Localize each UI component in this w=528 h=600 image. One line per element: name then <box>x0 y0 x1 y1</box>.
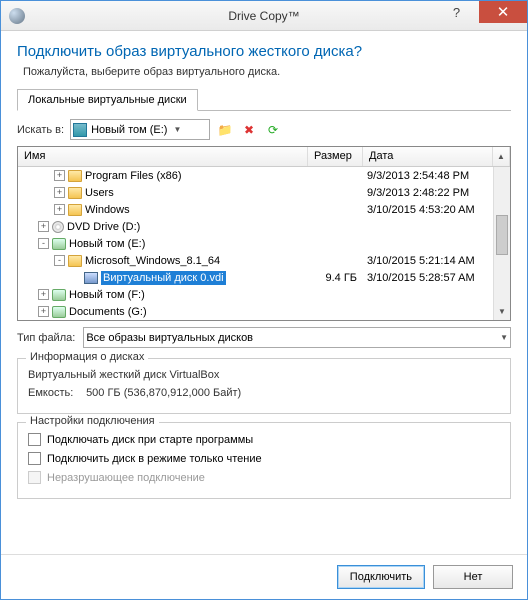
opt-readonly[interactable]: Подключить диск в режиме только чтение <box>28 452 500 465</box>
help-button[interactable]: ? <box>434 1 479 23</box>
drive-icon <box>73 123 87 137</box>
chevron-down-icon: ▼ <box>173 125 181 134</box>
col-size[interactable]: Размер <box>308 147 363 166</box>
item-name: Users <box>85 187 114 199</box>
item-name: Новый том (F:) <box>69 289 145 301</box>
item-name: Новый том (E:) <box>69 238 145 250</box>
dialog-footer: Подключить Нет <box>1 554 527 599</box>
tree-row[interactable]: + Users 9/3/2013 2:48:22 PM <box>18 184 493 201</box>
disk-desc: Виртуальный жесткий диск VirtualBox <box>28 369 500 381</box>
item-name: Program Files (x86) <box>85 170 182 182</box>
expand-toggle <box>70 272 81 283</box>
col-name[interactable]: Имя <box>18 147 308 166</box>
col-date[interactable]: Дата <box>363 147 493 166</box>
folder-icon <box>68 255 82 267</box>
item-date: 9/3/2013 2:48:22 PM <box>363 187 493 199</box>
folder-icon <box>68 170 82 182</box>
search-in-label: Искать в: <box>17 124 64 136</box>
expand-toggle[interactable]: + <box>38 221 49 232</box>
item-name: Documents (G:) <box>69 306 147 318</box>
connect-button[interactable]: Подключить <box>337 565 425 589</box>
scroll-up-icon[interactable]: ▲ <box>493 147 510 166</box>
tab-local-disks[interactable]: Локальные виртуальные диски <box>17 89 198 111</box>
tree-row[interactable]: + Новый том (F:) <box>18 286 493 303</box>
expand-toggle[interactable]: + <box>38 289 49 300</box>
drive-icon <box>52 238 66 250</box>
filetype-label: Тип файла: <box>17 332 75 344</box>
filetype-value: Все образы виртуальных дисков <box>86 332 253 344</box>
item-date: 3/10/2015 4:53:20 AM <box>363 204 493 216</box>
checkbox-icon <box>28 433 41 446</box>
capacity-value: 500 ГБ (536,870,912,000 Байт) <box>86 387 241 399</box>
file-tree: Имя Размер Дата ▲ + Program Files (x86) 9/… <box>17 146 511 321</box>
expand-toggle[interactable]: + <box>54 187 65 198</box>
opt-nondestructive: Неразрушающее подключение <box>28 471 500 484</box>
close-button[interactable]: ✕ <box>479 1 527 23</box>
dialog-heading: Подключить образ виртуального жесткого д… <box>17 43 511 60</box>
tree-row[interactable]: Виртуальный диск 0.vdi 9.4 ГБ3/10/2015 5:… <box>18 269 493 286</box>
expand-toggle[interactable]: + <box>54 204 65 215</box>
tab-strip: Локальные виртуальные диски <box>17 88 511 111</box>
expand-toggle[interactable]: + <box>54 170 65 181</box>
item-date: 3/10/2015 5:21:14 AM <box>363 255 493 267</box>
folder-icon <box>68 204 82 216</box>
tree-row[interactable]: + Documents (G:) <box>18 303 493 320</box>
item-name: Windows <box>85 204 130 216</box>
item-name: Виртуальный диск 0.vdi <box>101 271 226 285</box>
mount-options-legend: Настройки подключения <box>26 415 159 427</box>
titlebar: Drive Copy™ ? ✕ <box>1 1 527 31</box>
item-date: 3/10/2015 5:28:57 AM <box>363 272 493 284</box>
refresh-icon[interactable]: ⟳ <box>264 121 282 139</box>
item-name: Microsoft_Windows_8.1_64 <box>85 255 220 267</box>
drive-icon <box>52 289 66 301</box>
checkbox-icon <box>28 471 41 484</box>
disk-info-group: Информация о дисках Виртуальный жесткий … <box>17 358 511 414</box>
checkbox-icon <box>28 452 41 465</box>
folder-new-icon[interactable]: 📁 <box>216 121 234 139</box>
search-in-combo[interactable]: Новый том (E:) ▼ <box>70 119 210 140</box>
cancel-button[interactable]: Нет <box>433 565 513 589</box>
tree-row[interactable]: + Program Files (x86) 9/3/2013 2:54:48 PM <box>18 167 493 184</box>
filetype-combo[interactable]: Все образы виртуальных дисков ▼ <box>83 327 511 348</box>
disk-info-legend: Информация о дисках <box>26 351 148 363</box>
folder-icon <box>68 187 82 199</box>
dialog-window: Drive Copy™ ? ✕ Подключить образ виртуал… <box>0 0 528 600</box>
expand-toggle[interactable]: - <box>54 255 65 266</box>
tree-row[interactable]: + Windows 3/10/2015 4:53:20 AM <box>18 201 493 218</box>
vdi-icon <box>84 272 98 284</box>
scroll-down-icon[interactable]: ▼ <box>494 303 510 320</box>
item-date: 9/3/2013 2:54:48 PM <box>363 170 493 182</box>
tree-row[interactable]: + DVD Drive (D:) <box>18 218 493 235</box>
drive-icon <box>52 306 66 318</box>
dialog-subheading: Пожалуйста, выберите образ виртуального … <box>23 66 511 78</box>
item-name: DVD Drive (D:) <box>67 221 140 233</box>
mount-options-group: Настройки подключения Подключать диск пр… <box>17 422 511 499</box>
scrollbar-thumb[interactable] <box>496 215 508 255</box>
vertical-scrollbar[interactable]: ▼ <box>493 167 510 320</box>
chevron-down-icon: ▼ <box>500 333 508 342</box>
search-in-value: Новый том (E:) <box>91 124 167 136</box>
expand-toggle[interactable]: + <box>38 306 49 317</box>
item-size: 9.4 ГБ <box>308 272 363 284</box>
tree-header: Имя Размер Дата ▲ <box>18 147 510 167</box>
tree-row[interactable]: - Microsoft_Windows_8.1_64 3/10/2015 5:21:… <box>18 252 493 269</box>
disc-icon <box>52 221 64 233</box>
opt-mount-on-start[interactable]: Подключать диск при старте программы <box>28 433 500 446</box>
expand-toggle[interactable]: - <box>38 238 49 249</box>
tree-row[interactable]: - Новый том (E:) <box>18 235 493 252</box>
delete-icon[interactable]: ✖ <box>240 121 258 139</box>
capacity-label: Емкость: <box>28 387 83 399</box>
